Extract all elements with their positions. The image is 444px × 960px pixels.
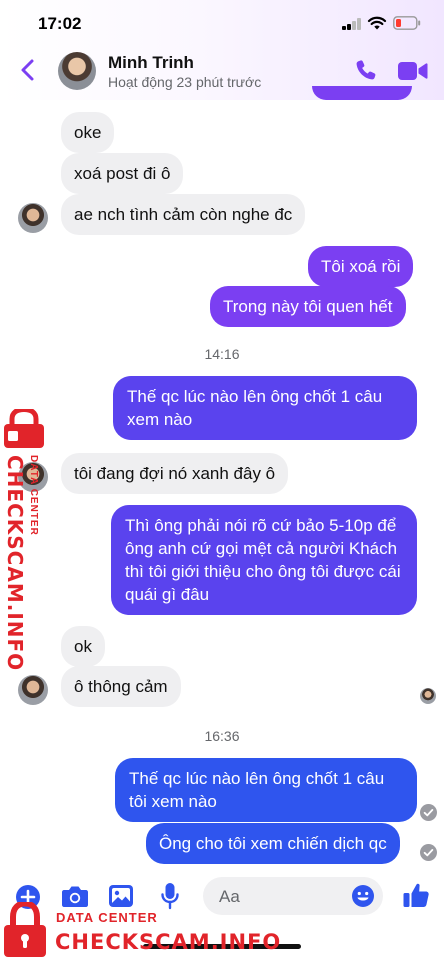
lock-icon [4, 902, 46, 957]
status-time: 17:02 [38, 14, 82, 33]
image-icon[interactable] [108, 884, 134, 908]
contact-name[interactable]: Minh Trinh [108, 53, 194, 73]
message-incoming[interactable]: oke [61, 112, 115, 153]
message-incoming[interactable]: ae nch tình cảm còn nghe đc [61, 194, 306, 235]
watermark-brand: CHECKSCAM.INFO [55, 930, 282, 954]
message-outgoing[interactable]: Thì ông phải nói rõ cứ bảo 5-10p để ông … [111, 505, 417, 615]
video-icon[interactable] [398, 60, 428, 82]
message-outgoing[interactable]: Thế qc lúc nào lên ông chốt 1 câu tôi xe… [115, 758, 417, 822]
check-icon [420, 804, 437, 821]
camera-icon[interactable] [61, 884, 89, 908]
message-input-placeholder: Aa [219, 887, 240, 906]
message-incoming[interactable]: xoá post đi ô [61, 153, 184, 194]
watermark-subtitle: DATA CENTER [56, 910, 158, 925]
message-input[interactable]: Aa [203, 877, 383, 915]
emoji-icon[interactable] [351, 884, 375, 908]
contact-avatar-small[interactable] [18, 203, 48, 233]
message-incoming[interactable]: ok [61, 626, 105, 667]
previous-message-bubble [312, 86, 412, 100]
message-timestamp: 14:16 [204, 346, 240, 362]
contact-avatar[interactable] [58, 52, 96, 90]
contact-status: Hoạt động 23 phút trước [108, 74, 262, 90]
seen-avatar [420, 688, 436, 704]
message-incoming[interactable]: ô thông cảm [61, 666, 181, 707]
message-outgoing[interactable]: Ông cho tôi xem chiến dịch qc [146, 823, 400, 864]
check-icon [420, 844, 437, 861]
contact-avatar-small[interactable] [18, 675, 48, 705]
watermark-brand: CHECKSCAM.INFO [3, 455, 27, 672]
lock-icon [4, 409, 44, 448]
mic-icon[interactable] [160, 882, 180, 910]
wifi-icon [367, 16, 387, 30]
message-outgoing[interactable]: Trong này tôi quen hết [210, 286, 406, 327]
watermark-subtitle: DATA CENTER [28, 455, 39, 536]
message-outgoing[interactable]: Thế qc lúc nào lên ông chốt 1 câu xem nà… [113, 376, 417, 440]
like-icon[interactable] [402, 881, 430, 909]
message-timestamp: 16:36 [204, 728, 240, 744]
message-incoming[interactable]: tôi đang đợi nó xanh đây ô [61, 453, 289, 494]
message-outgoing[interactable]: Tôi xoá rồi [308, 246, 414, 287]
status-bar: 17:02 [0, 0, 444, 44]
back-icon[interactable] [16, 56, 40, 84]
battery-icon [393, 16, 421, 30]
signal-icon [342, 18, 362, 30]
call-icon[interactable] [354, 58, 378, 82]
